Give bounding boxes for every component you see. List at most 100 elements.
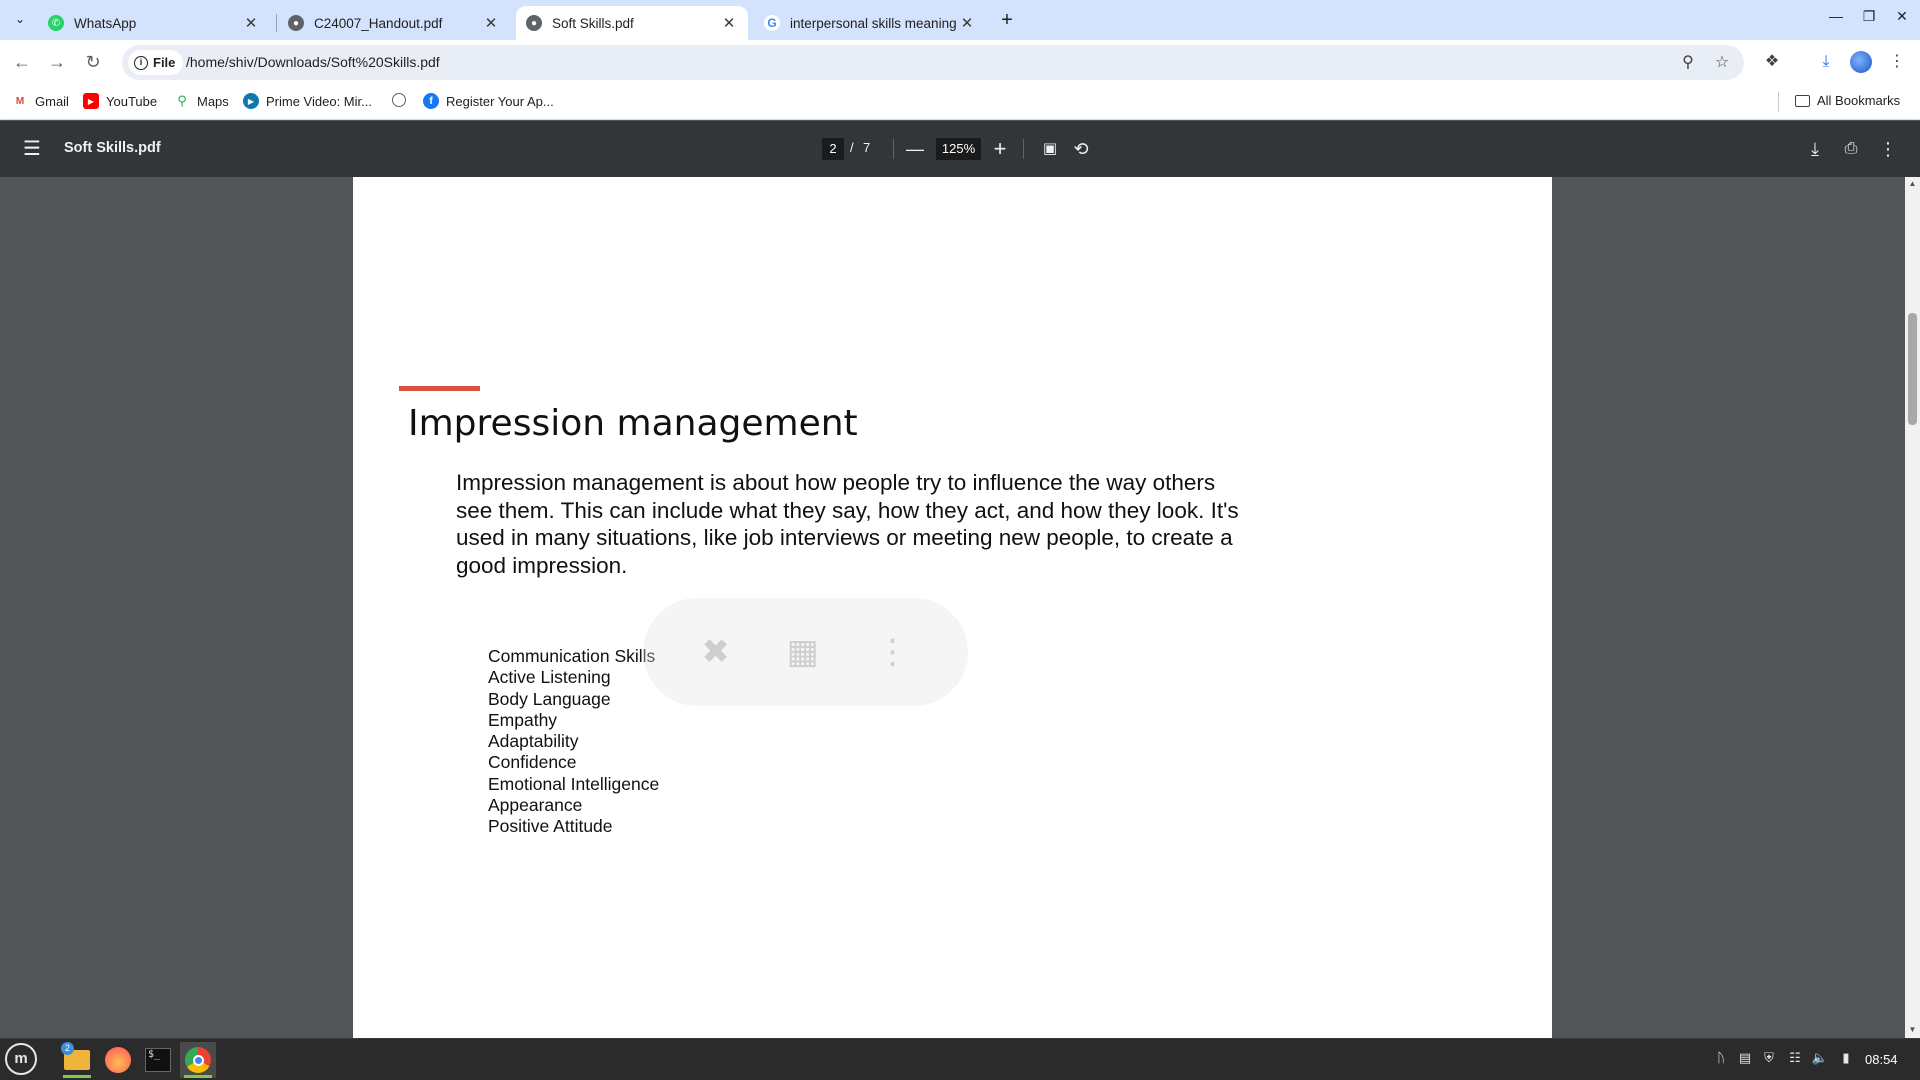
firefox-app-icon[interactable]: [100, 1042, 136, 1078]
skills-list: Communication Skills Active Listening Bo…: [488, 646, 659, 838]
maps-icon: ⚲: [177, 93, 187, 108]
scroll-up-arrow-icon[interactable]: ▲: [1907, 179, 1918, 188]
firefox-icon: [105, 1047, 131, 1073]
pdf-toolbar: ☰ Soft Skills.pdf 2 / 7 — 125% + ▣ ⟲ ⤓ ⎙…: [0, 121, 1920, 177]
tab-close-icon[interactable]: ✕: [482, 14, 500, 32]
bookmark-prime-video[interactable]: ▶ Prime Video: Mir...: [243, 93, 372, 109]
mint-menu-icon[interactable]: m: [5, 1043, 37, 1075]
browser-menu-icon[interactable]: ⋮: [1885, 50, 1909, 74]
media-controls-overlay: ✖ ▦ ⋮: [643, 598, 968, 706]
tab-soft-skills[interactable]: ● Soft Skills.pdf ✕: [516, 6, 748, 40]
all-bookmarks-button[interactable]: All Bookmarks: [1795, 93, 1900, 108]
bookmark-label: Gmail: [35, 93, 69, 109]
restore-icon[interactable]: ❐: [1857, 8, 1881, 25]
bookmark-youtube[interactable]: ▶ YouTube: [83, 93, 157, 109]
forward-arrow-icon[interactable]: →: [45, 50, 69, 74]
download-icon[interactable]: ⤓: [1803, 137, 1827, 161]
bookmark-register[interactable]: f Register Your Ap...: [423, 93, 554, 109]
browser-toolbar: ← → ↻ i File /home/shiv/Downloads/Soft%2…: [0, 40, 1920, 85]
vertical-scrollbar[interactable]: ▲ ▼: [1905, 177, 1920, 1038]
prime-video-icon: ▶: [243, 93, 259, 109]
fit-to-page-icon[interactable]: ▣: [1038, 137, 1062, 161]
mute-icon: ✖: [701, 633, 730, 671]
zoom-out-icon[interactable]: —: [903, 137, 927, 161]
globe-icon: [392, 93, 406, 107]
minimize-icon[interactable]: —: [1824, 8, 1848, 24]
bookmark-globe[interactable]: [392, 93, 413, 107]
chrome-app-icon[interactable]: [180, 1042, 216, 1078]
clipboard-icon[interactable]: ▤: [1736, 1050, 1754, 1066]
profile-avatar[interactable]: [1850, 51, 1872, 73]
back-arrow-icon[interactable]: ←: [10, 50, 34, 74]
all-bookmarks-label: All Bookmarks: [1817, 93, 1901, 108]
new-tab-button[interactable]: +: [993, 8, 1021, 32]
bookmark-label: Maps: [197, 93, 229, 109]
bookmarks-bar: M Gmail ▶ YouTube ⚲ Maps ▶ Prime Video: …: [0, 85, 1920, 120]
chrome-icon: [185, 1047, 211, 1073]
overlay-more-icon: ⋮: [875, 633, 910, 671]
list-item: Emotional Intelligence: [488, 773, 660, 794]
list-item: Positive Attitude: [488, 816, 613, 837]
print-icon[interactable]: ⎙: [1839, 137, 1863, 161]
sidebar-menu-icon[interactable]: ☰: [20, 137, 44, 161]
bookmark-label: Prime Video: Mir...: [266, 93, 372, 109]
page-number-input[interactable]: 2: [822, 138, 844, 160]
address-bar[interactable]: i File /home/shiv/Downloads/Soft%20Skill…: [122, 45, 1744, 80]
globe-icon: ●: [526, 15, 542, 31]
list-item: Confidence: [488, 752, 577, 773]
bookmark-maps[interactable]: ⚲ Maps: [174, 93, 229, 109]
wifi-icon[interactable]: ☷: [1786, 1050, 1804, 1066]
volume-icon[interactable]: 🔈: [1811, 1050, 1829, 1066]
close-window-icon[interactable]: ✕: [1890, 8, 1914, 25]
rotate-icon[interactable]: ⟲: [1069, 137, 1093, 161]
terminal-app-icon[interactable]: $_: [140, 1042, 176, 1078]
extensions-icon[interactable]: ❖: [1760, 50, 1784, 74]
zoom-magnifier-icon[interactable]: ⚲: [1678, 53, 1698, 73]
tab-whatsapp[interactable]: ✆ WhatsApp ✕: [38, 6, 270, 40]
youtube-icon: ▶: [83, 93, 99, 109]
page-total: 7: [863, 140, 871, 155]
bookmarks-divider: [1778, 92, 1779, 112]
url-text[interactable]: /home/shiv/Downloads/Soft%20Skills.pdf: [186, 54, 440, 70]
gmail-icon: M: [15, 95, 25, 107]
bookmark-star-icon[interactable]: ☆: [1712, 53, 1732, 73]
files-badge: 2: [61, 1042, 74, 1055]
list-item: Communication Skills: [488, 646, 656, 666]
tab-title: C24007_Handout.pdf: [314, 15, 443, 31]
zoom-in-icon[interactable]: +: [988, 137, 1012, 161]
scrollbar-thumb[interactable]: [1908, 313, 1917, 425]
more-actions-icon[interactable]: ⋮: [1876, 137, 1900, 161]
battery-icon[interactable]: ▮: [1837, 1050, 1855, 1066]
running-indicator: [184, 1075, 212, 1078]
bookmark-gmail[interactable]: M Gmail: [12, 93, 69, 109]
tab-title: interpersonal skills meaning: [790, 15, 957, 31]
shield-icon[interactable]: ⛨: [1760, 1050, 1778, 1066]
list-item: Adaptability: [488, 731, 579, 752]
tab-search-chevron-icon[interactable]: ⌄: [8, 7, 32, 31]
tab-title: Soft Skills.pdf: [552, 15, 634, 31]
list-item: Body Language: [488, 688, 611, 709]
tab-handout[interactable]: ● C24007_Handout.pdf ✕: [278, 6, 510, 40]
tab-interpersonal-search[interactable]: G interpersonal skills meaning ✕: [754, 6, 986, 40]
bluetooth-icon[interactable]: ᚢ: [1712, 1050, 1730, 1065]
scroll-down-arrow-icon[interactable]: ▼: [1907, 1025, 1918, 1034]
site-info-chip[interactable]: i File: [128, 50, 184, 75]
info-icon: i: [134, 55, 148, 70]
zoom-level-input[interactable]: 125%: [936, 138, 981, 160]
toolbar-divider: [893, 139, 894, 159]
downloads-icon[interactable]: ⤓: [1814, 50, 1838, 74]
tab-close-icon[interactable]: ✕: [720, 14, 738, 32]
clock[interactable]: 08:54: [1865, 1052, 1898, 1067]
whatsapp-icon: ✆: [48, 15, 64, 31]
facebook-icon: f: [423, 93, 439, 109]
page-separator: /: [850, 140, 854, 155]
tab-close-icon[interactable]: ✕: [958, 14, 976, 32]
camera-off-icon: ▦: [786, 633, 819, 671]
globe-icon: ●: [288, 15, 304, 31]
reload-icon[interactable]: ↻: [81, 50, 105, 74]
bookmark-label: YouTube: [106, 93, 158, 109]
bookmark-label: Register Your Ap...: [446, 93, 554, 109]
tab-title: WhatsApp: [74, 15, 137, 31]
slide-body-text: Impression management is about how peopl…: [456, 470, 1239, 578]
tab-close-icon[interactable]: ✕: [242, 14, 260, 32]
